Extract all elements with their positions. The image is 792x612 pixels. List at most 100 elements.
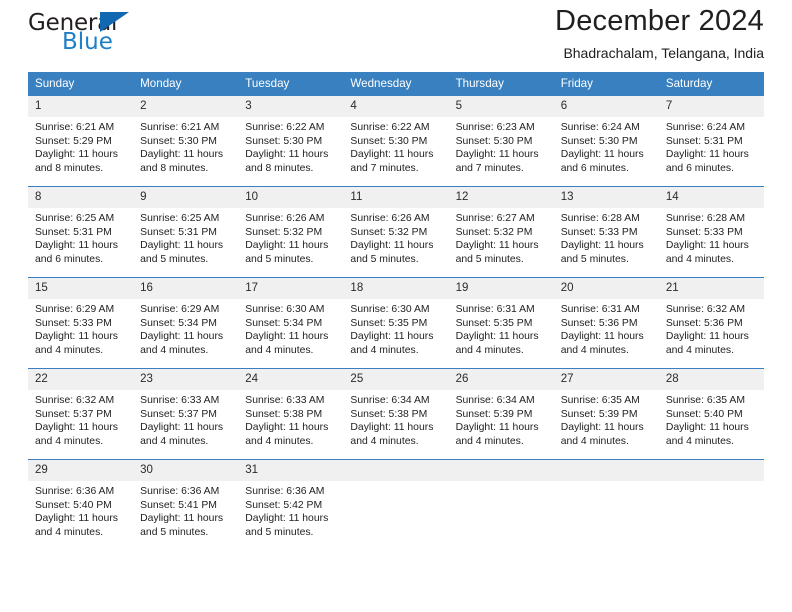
day-details: Sunrise: 6:33 AM Sunset: 5:37 PM Daylight:…	[133, 390, 238, 448]
calendar-day-cell[interactable]: 27 Sunrise: 6:35 AM Sunset: 5:39 PM Dayligh…	[553, 369, 659, 459]
calendar-weeks: 1 Sunrise: 6:21 AM Sunset: 5:29 PM Daylight…	[28, 96, 764, 550]
day-number: 21	[658, 278, 764, 299]
calendar-day-cell[interactable]: 16 Sunrise: 6:29 AM Sunset: 5:34 PM Dayligh…	[133, 278, 239, 368]
day-number: 15	[28, 278, 134, 299]
sunset-text: Sunset: 5:32 PM	[455, 226, 533, 238]
daylight-text-line1: Daylight: 11 hours	[245, 422, 329, 434]
calendar-day-cell[interactable]: 24 Sunrise: 6:33 AM Sunset: 5:38 PM Dayligh…	[238, 369, 344, 459]
calendar-day-cell[interactable]: 18 Sunrise: 6:30 AM Sunset: 5:35 PM Dayligh…	[343, 278, 449, 368]
logo-general-blue[interactable]: General Blue	[28, 0, 248, 66]
sunrise-text: Sunrise: 6:24 AM	[665, 122, 745, 133]
sunset-text: Sunset: 5:33 PM	[35, 317, 112, 329]
calendar-day-cell[interactable]: 14 Sunrise: 6:28 AM Sunset: 5:33 PM Dayligh…	[658, 187, 764, 277]
sunset-text: Sunset: 5:29 PM	[35, 135, 112, 147]
day-number: 19	[448, 278, 554, 299]
daylight-text-line2: and 5 minutes.	[245, 526, 314, 538]
daylight-text-line2: and 5 minutes.	[140, 253, 209, 265]
day-number: 12	[448, 187, 554, 208]
calendar-day-cell[interactable]: 28 Sunrise: 6:35 AM Sunset: 5:40 PM Dayligh…	[658, 369, 764, 459]
sunrise-text: Sunrise: 6:21 AM	[35, 122, 115, 133]
day-details: Sunrise: 6:34 AM Sunset: 5:39 PM Daylight:…	[449, 390, 554, 448]
sunset-text: Sunset: 5:30 PM	[455, 135, 533, 147]
calendar-day-cell[interactable]: 19 Sunrise: 6:31 AM Sunset: 5:35 PM Dayligh…	[448, 278, 554, 368]
calendar-day-cell[interactable]: 10 Sunrise: 6:26 AM Sunset: 5:32 PM Dayligh…	[238, 187, 344, 277]
calendar-day-cell[interactable]: 20 Sunrise: 6:31 AM Sunset: 5:36 PM Dayligh…	[553, 278, 659, 368]
daylight-text-line2: and 4 minutes.	[140, 344, 209, 356]
calendar-day-cell[interactable]: 2 Sunrise: 6:21 AM Sunset: 5:30 PM Daylight…	[133, 96, 239, 186]
daylight-text-line1: Daylight: 11 hours	[560, 422, 644, 434]
calendar-day-cell[interactable]: 3 Sunrise: 6:22 AM Sunset: 5:30 PM Daylight…	[238, 96, 344, 186]
sunset-text: Sunset: 5:40 PM	[665, 408, 743, 420]
calendar-week-row: 1 Sunrise: 6:21 AM Sunset: 5:29 PM Daylight…	[28, 96, 764, 186]
daylight-text-line2: and 6 minutes.	[560, 162, 629, 174]
calendar-day-cell[interactable]: 22 Sunrise: 6:32 AM Sunset: 5:37 PM Dayligh…	[28, 369, 134, 459]
calendar-day-cell[interactable]: 6 Sunrise: 6:24 AM Sunset: 5:30 PM Daylight…	[553, 96, 659, 186]
calendar-day-cell-empty	[658, 460, 764, 550]
sunset-text: Sunset: 5:36 PM	[665, 317, 743, 329]
daylight-text-line2: and 4 minutes.	[455, 435, 524, 447]
sunset-text: Sunset: 5:40 PM	[35, 499, 112, 511]
calendar-day-cell[interactable]: 29 Sunrise: 6:36 AM Sunset: 5:40 PM Dayligh…	[28, 460, 134, 550]
day-details: Sunrise: 6:36 AM Sunset: 5:41 PM Daylight:…	[133, 481, 238, 539]
calendar-day-cell[interactable]: 5 Sunrise: 6:23 AM Sunset: 5:30 PM Daylight…	[448, 96, 554, 186]
calendar-day-cell[interactable]: 1 Sunrise: 6:21 AM Sunset: 5:29 PM Daylight…	[28, 96, 134, 186]
day-number: 26	[448, 369, 554, 390]
calendar-day-cell[interactable]: 13 Sunrise: 6:28 AM Sunset: 5:33 PM Dayligh…	[553, 187, 659, 277]
day-number: 23	[133, 369, 239, 390]
calendar-day-cell[interactable]: 15 Sunrise: 6:29 AM Sunset: 5:33 PM Dayligh…	[28, 278, 134, 368]
page-title: December 2024	[555, 5, 764, 37]
sunrise-text: Sunrise: 6:26 AM	[245, 213, 325, 224]
day-number: 8	[28, 187, 134, 208]
day-details: Sunrise: 6:31 AM Sunset: 5:36 PM Daylight:…	[554, 299, 659, 357]
weekday-saturday: Saturday	[665, 77, 713, 90]
calendar-day-cell[interactable]: 25 Sunrise: 6:34 AM Sunset: 5:38 PM Dayligh…	[343, 369, 449, 459]
sunrise-text: Sunrise: 6:25 AM	[140, 213, 220, 224]
day-details: Sunrise: 6:26 AM Sunset: 5:32 PM Daylight:…	[343, 208, 448, 266]
calendar-day-cell[interactable]: 31 Sunrise: 6:36 AM Sunset: 5:42 PM Dayligh…	[238, 460, 344, 550]
day-number	[553, 460, 659, 481]
calendar-day-cell[interactable]: 11 Sunrise: 6:26 AM Sunset: 5:32 PM Dayligh…	[343, 187, 449, 277]
calendar-day-cell[interactable]: 21 Sunrise: 6:32 AM Sunset: 5:36 PM Dayligh…	[658, 278, 764, 368]
page-header: General Blue December 2024 Bhadrachalam,…	[28, 0, 764, 72]
calendar-day-cell[interactable]: 8 Sunrise: 6:25 AM Sunset: 5:31 PM Daylight…	[28, 187, 134, 277]
day-details: Sunrise: 6:33 AM Sunset: 5:38 PM Daylight:…	[238, 390, 343, 448]
day-details: Sunrise: 6:34 AM Sunset: 5:38 PM Daylight:…	[343, 390, 448, 448]
day-details: Sunrise: 6:24 AM Sunset: 5:30 PM Daylight:…	[554, 117, 659, 175]
weekday-wednesday: Wednesday	[350, 77, 412, 90]
day-details: Sunrise: 6:36 AM Sunset: 5:40 PM Daylight:…	[28, 481, 133, 539]
daylight-text-line2: and 4 minutes.	[665, 344, 735, 356]
calendar-day-cell[interactable]: 4 Sunrise: 6:22 AM Sunset: 5:30 PM Daylight…	[343, 96, 449, 186]
calendar-day-cell[interactable]: 7 Sunrise: 6:24 AM Sunset: 5:31 PM Daylight…	[658, 96, 764, 186]
daylight-text-line1: Daylight: 11 hours	[245, 513, 329, 525]
sunrise-text: Sunrise: 6:34 AM	[455, 395, 535, 406]
day-number: 13	[553, 187, 659, 208]
title-block: December 2024 Bhadrachalam, Telangana, I…	[555, 0, 764, 64]
sunset-text: Sunset: 5:42 PM	[245, 499, 323, 511]
page-subtitle: Bhadrachalam, Telangana, India	[563, 45, 764, 61]
day-number: 6	[553, 96, 659, 117]
sunset-text: Sunset: 5:41 PM	[140, 499, 217, 511]
daylight-text-line1: Daylight: 11 hours	[140, 422, 224, 434]
daylight-text-line2: and 4 minutes.	[35, 435, 104, 447]
sunset-text: Sunset: 5:39 PM	[455, 408, 533, 420]
daylight-text-line2: and 6 minutes.	[35, 253, 104, 265]
daylight-text-line2: and 5 minutes.	[350, 253, 419, 265]
day-number: 28	[658, 369, 764, 390]
daylight-text-line1: Daylight: 11 hours	[455, 149, 539, 161]
calendar-day-cell[interactable]: 12 Sunrise: 6:27 AM Sunset: 5:32 PM Dayligh…	[448, 187, 554, 277]
calendar-day-cell[interactable]: 23 Sunrise: 6:33 AM Sunset: 5:37 PM Dayligh…	[133, 369, 239, 459]
calendar-day-cell[interactable]: 17 Sunrise: 6:30 AM Sunset: 5:34 PM Dayligh…	[238, 278, 344, 368]
day-details: Sunrise: 6:32 AM Sunset: 5:37 PM Daylight:…	[28, 390, 133, 448]
day-number: 31	[238, 460, 344, 481]
daylight-text-line1: Daylight: 11 hours	[245, 149, 329, 161]
calendar-day-cell[interactable]: 30 Sunrise: 6:36 AM Sunset: 5:41 PM Dayligh…	[133, 460, 239, 550]
calendar-day-cell[interactable]: 26 Sunrise: 6:34 AM Sunset: 5:39 PM Dayligh…	[448, 369, 554, 459]
weekday-monday: Monday	[140, 77, 182, 90]
sunrise-text: Sunrise: 6:30 AM	[350, 304, 430, 315]
day-details: Sunrise: 6:28 AM Sunset: 5:33 PM Daylight:…	[659, 208, 764, 266]
sunrise-text: Sunrise: 6:26 AM	[350, 213, 430, 224]
day-details: Sunrise: 6:29 AM Sunset: 5:33 PM Daylight:…	[28, 299, 133, 357]
sunrise-text: Sunrise: 6:36 AM	[245, 486, 325, 497]
calendar-day-cell[interactable]: 9 Sunrise: 6:25 AM Sunset: 5:31 PM Daylight…	[133, 187, 239, 277]
daylight-text-line2: and 6 minutes.	[665, 162, 735, 174]
